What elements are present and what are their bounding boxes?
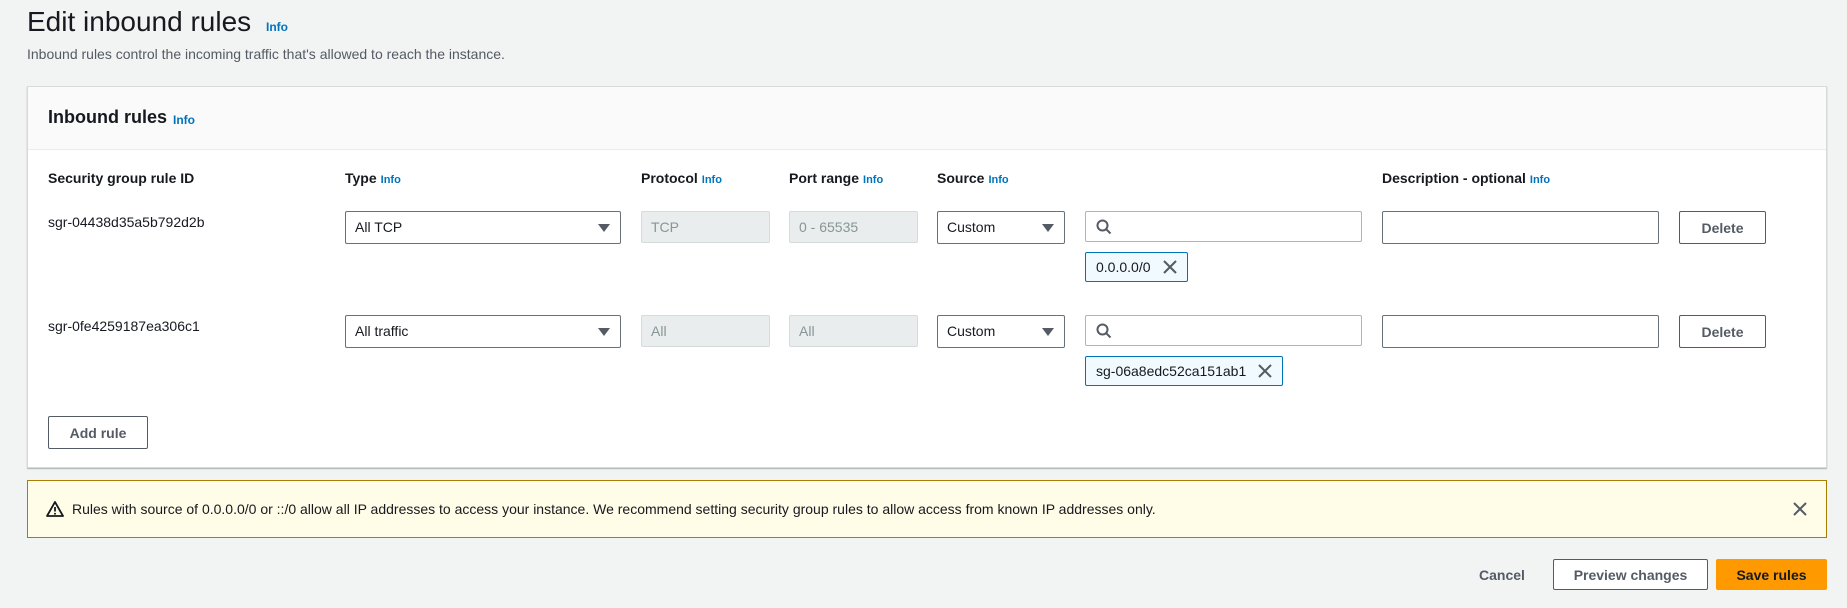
warning-alert: Rules with source of 0.0.0.0/0 or ::/0 a… — [27, 480, 1827, 538]
save-rules-button[interactable]: Save rules — [1716, 559, 1827, 590]
delete-button[interactable]: Delete — [1679, 315, 1766, 348]
protocol-field: All — [641, 315, 770, 347]
source-select[interactable]: Custom — [937, 315, 1065, 348]
protocol-info-link[interactable]: Info — [702, 174, 722, 186]
description-input[interactable] — [1382, 315, 1659, 348]
warning-icon — [46, 501, 64, 517]
caret-down-icon — [1042, 224, 1054, 232]
add-rule-button[interactable]: Add rule — [48, 416, 148, 449]
source-search-input[interactable] — [1085, 211, 1362, 242]
page-title-info-link[interactable]: Info — [266, 20, 288, 34]
caret-down-icon — [1042, 328, 1054, 336]
card-title-info-link[interactable]: Info — [173, 113, 195, 127]
caret-down-icon — [598, 328, 610, 336]
port-range-field: All — [789, 315, 918, 347]
close-icon[interactable] — [1258, 364, 1272, 378]
caret-down-icon — [598, 224, 610, 232]
source-token-label: sg-06a8edc52ca151ab1 — [1096, 363, 1247, 379]
type-select-value: All traffic — [355, 323, 409, 339]
card-header: Inbound rules Info — [28, 87, 1826, 150]
source-token: 0.0.0.0/0 — [1085, 252, 1188, 282]
type-select[interactable]: All traffic — [345, 315, 621, 348]
source-info-link[interactable]: Info — [988, 174, 1008, 186]
search-icon — [1096, 219, 1112, 235]
page-title: Edit inbound rules — [27, 6, 252, 37]
close-icon[interactable] — [1162, 260, 1177, 274]
source-select-value: Custom — [947, 323, 996, 339]
description-input[interactable] — [1382, 211, 1659, 244]
source-token: sg-06a8edc52ca151ab1 — [1085, 356, 1284, 386]
column-header-port-range-label: Port range — [789, 170, 860, 186]
column-header-protocol-label: Protocol — [641, 170, 698, 186]
port-range-field: 0 - 65535 — [789, 211, 918, 243]
rule-id: sgr-0fe4259187ea306c1 — [48, 318, 200, 334]
column-header-source: Source Info — [937, 170, 1009, 186]
type-info-link[interactable]: Info — [381, 174, 401, 186]
description-info-link[interactable]: Info — [1530, 174, 1550, 186]
source-select-value: Custom — [947, 219, 996, 235]
type-select-value: All TCP — [355, 219, 403, 235]
column-header-description: Description - optional Info — [1382, 170, 1550, 186]
card-title: Inbound rules — [48, 107, 167, 127]
type-select[interactable]: All TCP — [345, 211, 621, 244]
column-header-description-label: Description - optional — [1382, 170, 1526, 186]
column-header-protocol: Protocol Info — [641, 170, 722, 186]
port-range-info-link[interactable]: Info — [863, 174, 883, 186]
protocol-field: TCP — [641, 211, 770, 243]
source-select[interactable]: Custom — [937, 211, 1065, 244]
close-icon[interactable] — [1792, 501, 1808, 517]
cancel-button[interactable]: Cancel — [1470, 560, 1534, 590]
search-icon — [1096, 323, 1112, 339]
preview-changes-button[interactable]: Preview changes — [1553, 559, 1708, 590]
column-header-port-range: Port range Info — [789, 170, 883, 186]
column-header-type-label: Type — [345, 170, 377, 186]
inbound-rules-card: Inbound rules Info Security group rule I… — [27, 86, 1827, 468]
column-header-rule-id: Security group rule ID — [48, 170, 194, 186]
rule-id: sgr-04438d35a5b792d2b — [48, 214, 205, 230]
delete-button[interactable]: Delete — [1679, 211, 1766, 244]
column-header-type: Type Info — [345, 170, 401, 186]
source-search-input[interactable] — [1085, 315, 1362, 346]
column-header-source-label: Source — [937, 170, 985, 186]
column-header-rule-id-label: Security group rule ID — [48, 170, 195, 186]
page-description: Inbound rules control the incoming traff… — [27, 46, 505, 62]
alert-text: Rules with source of 0.0.0.0/0 or ::/0 a… — [72, 501, 1156, 517]
source-token-label: 0.0.0.0/0 — [1096, 259, 1151, 275]
